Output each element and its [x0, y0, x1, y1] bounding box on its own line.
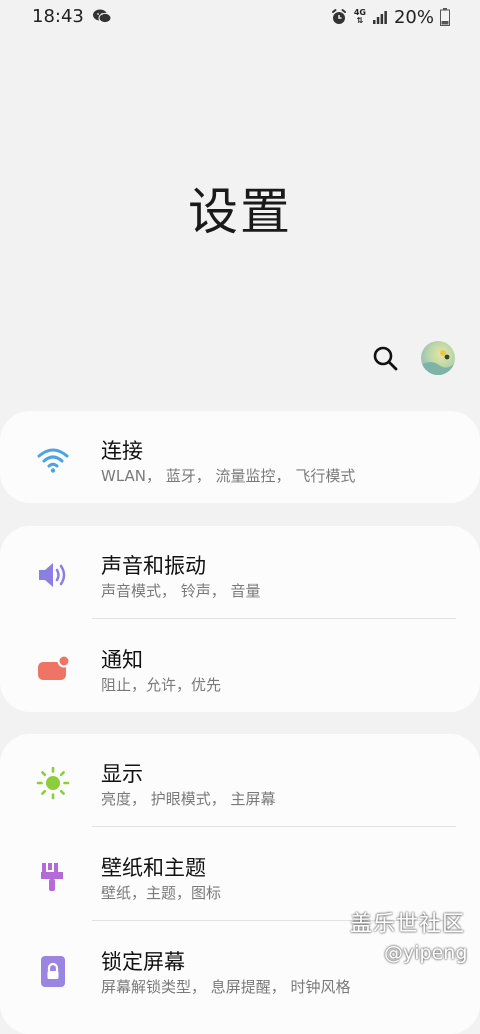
brush-icon	[41, 863, 63, 891]
divider	[92, 618, 456, 619]
settings-item-title: 显示	[101, 762, 143, 786]
lock-icon	[41, 956, 65, 987]
brightness-icon	[36, 766, 70, 800]
battery-icon	[440, 8, 450, 26]
settings-item-subtitle: 屏幕解锁类型， 息屏提醒， 时钟风格	[101, 978, 351, 996]
network-type-indicator: 4G ⇅	[353, 8, 366, 25]
watermark: 盖乐世社区 @yipeng	[350, 906, 472, 964]
status-bar: 18:43 4G ⇅ 20%	[0, 0, 480, 34]
settings-item-title: 声音和振动	[101, 554, 206, 578]
settings-group-display: 显示 亮度， 护眼模式， 主屏幕 壁纸和主题 壁纸，主题，图标 锁定屏幕 屏幕解…	[0, 734, 480, 1034]
divider	[92, 826, 456, 827]
wifi-icon	[37, 448, 69, 473]
settings-item-subtitle: WLAN， 蓝牙， 流量监控， 飞行模式	[101, 467, 356, 485]
alarm-icon	[331, 9, 346, 24]
settings-item-subtitle: 声音模式， 铃声， 音量	[101, 582, 261, 600]
avatar-image	[421, 350, 455, 375]
signal-icon	[372, 11, 387, 24]
speaker-icon	[39, 563, 66, 587]
battery-percent: 20%	[393, 6, 434, 28]
status-time: 18:43	[32, 6, 84, 27]
wechat-icon	[93, 9, 112, 24]
profile-avatar[interactable]	[421, 341, 455, 375]
settings-item-subtitle: 阻止，允许，优先	[101, 676, 222, 694]
settings-group-connections: 连接 WLAN， 蓝牙， 流量监控， 飞行模式	[0, 411, 480, 503]
settings-item-display[interactable]: 显示 亮度， 护眼模式， 主屏幕	[0, 734, 480, 826]
notification-icon	[38, 654, 70, 680]
data-arrows: ⇅	[356, 16, 364, 25]
status-indicators: 4G ⇅ 20%	[330, 6, 450, 28]
settings-item-title: 锁定屏幕	[101, 950, 185, 974]
settings-item-notifications[interactable]: 通知 阻止，允许，优先	[0, 620, 480, 712]
settings-item-title: 连接	[101, 439, 143, 463]
settings-item-sound[interactable]: 声音和振动 声音模式， 铃声， 音量	[0, 526, 480, 618]
page-title: 设置	[188, 183, 292, 241]
watermark-name: 盖乐世社区	[350, 912, 466, 937]
settings-item-connections[interactable]: 连接 WLAN， 蓝牙， 流量监控， 飞行模式	[0, 411, 480, 503]
settings-item-title: 通知	[101, 648, 143, 672]
settings-item-subtitle: 亮度， 护眼模式， 主屏幕	[101, 790, 276, 808]
settings-item-subtitle: 壁纸，主题，图标	[101, 884, 222, 902]
settings-group-sound-notifications: 声音和振动 声音模式， 铃声， 音量 通知 阻止，允许，优先	[0, 526, 480, 712]
settings-item-title: 壁纸和主题	[101, 856, 206, 880]
search-icon[interactable]	[370, 343, 400, 373]
watermark-user: @yipeng	[384, 942, 468, 964]
